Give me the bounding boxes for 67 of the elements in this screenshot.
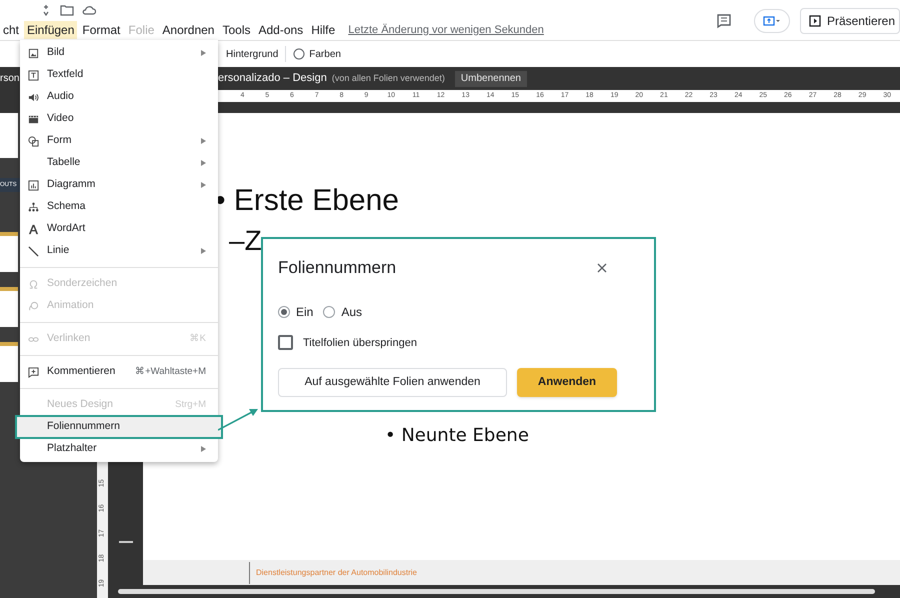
last-edit-link[interactable]: Letzte Änderung vor wenigen Sekunden (348, 22, 544, 38)
slide-footer: Dienstleistungspartner der Automobilindustrie (256, 566, 417, 578)
slide-thumbnail[interactable] (0, 232, 18, 272)
checkbox[interactable] (278, 335, 293, 350)
folder-icon[interactable] (60, 4, 74, 16)
shortcut-label: ⌘+Wahltaste+M (135, 364, 206, 379)
master-label: rson (0, 73, 20, 84)
radio-button[interactable] (278, 306, 290, 318)
radio-button[interactable] (323, 306, 336, 318)
dialog-title: Foliennummern (278, 257, 396, 279)
radio-label: Ein (296, 304, 314, 320)
speaker-icon (28, 92, 39, 102)
shapes-icon (28, 136, 39, 146)
present-options-button[interactable] (754, 9, 790, 33)
menu-item[interactable]: cht (0, 21, 22, 39)
menu-item[interactable]: Video (20, 108, 218, 130)
apply-button[interactable]: Anwenden (517, 368, 617, 397)
slide-thumbnail[interactable] (0, 287, 18, 327)
menu-item[interactable]: Audio (20, 86, 218, 108)
diagram-icon (28, 202, 39, 212)
menu-item[interactable]: Foliennummern (16, 416, 222, 438)
omega-icon (28, 278, 39, 290)
menu-item[interactable]: Schema (20, 196, 218, 218)
toolbar-button[interactable]: Hintergrund (226, 46, 278, 62)
slide-bullet-text: • Neunte Ebene (385, 425, 529, 447)
toolbar-button[interactable]: Farben (309, 46, 341, 62)
scrollbar[interactable] (118, 589, 875, 594)
slide-thumbnail[interactable] (0, 342, 18, 382)
menu-item[interactable]: Tabelle (20, 152, 218, 174)
cloud-icon[interactable] (82, 4, 96, 16)
chart-icon (28, 180, 39, 190)
menu-item[interactable]: Textfeld (20, 64, 218, 86)
menu-item[interactable]: Add-ons (255, 21, 306, 39)
master-note: (von allen Folien verwendet) (332, 72, 445, 85)
ruler-marker[interactable] (118, 541, 132, 543)
present-button[interactable]: Präsentieren (800, 8, 900, 34)
apply-selected-button[interactable]: Auf ausgewählte Folien anwenden (278, 368, 507, 397)
comment-icon[interactable] (716, 13, 732, 29)
radio-label: Aus (341, 304, 362, 320)
film-icon (28, 114, 39, 124)
image-icon (28, 48, 39, 58)
slide-upload-icon (762, 16, 781, 26)
menu-item[interactable]: Anordnen (159, 21, 218, 39)
text-box-icon (28, 70, 39, 80)
menu-item[interactable]: Tools (219, 21, 254, 39)
shapes-icon (28, 300, 39, 312)
menu-item[interactable]: Linie (20, 240, 218, 262)
comment-icon (28, 366, 39, 378)
slide-thumbnail[interactable] (0, 113, 18, 158)
master-title: ersonalizado – Design (218, 71, 327, 86)
menu-item[interactable]: Platzhalter (20, 438, 218, 460)
play-icon (808, 15, 821, 27)
menu-item[interactable]: Format (79, 21, 124, 39)
close-icon[interactable] (597, 262, 607, 273)
slide-bullet-text: –Z (229, 225, 262, 257)
menu-item[interactable]: WordArt (20, 218, 218, 240)
menu-item[interactable]: Einfügen (24, 21, 78, 39)
menu-item[interactable]: Diagramm (20, 174, 218, 196)
menu-item[interactable]: Bild (20, 42, 218, 64)
palette-icon[interactable] (293, 48, 306, 60)
menu-item[interactable]: Kommentieren ⌘+Wahltaste+M (20, 361, 218, 383)
menu-item[interactable]: Hilfe (308, 21, 338, 39)
letter-icon (28, 224, 39, 234)
menu-item[interactable]: Form (20, 130, 218, 152)
line-icon (28, 246, 39, 256)
rename-button[interactable]: Umbenennen (454, 70, 527, 86)
checkbox-label: Titelfolien überspringen (303, 336, 417, 350)
